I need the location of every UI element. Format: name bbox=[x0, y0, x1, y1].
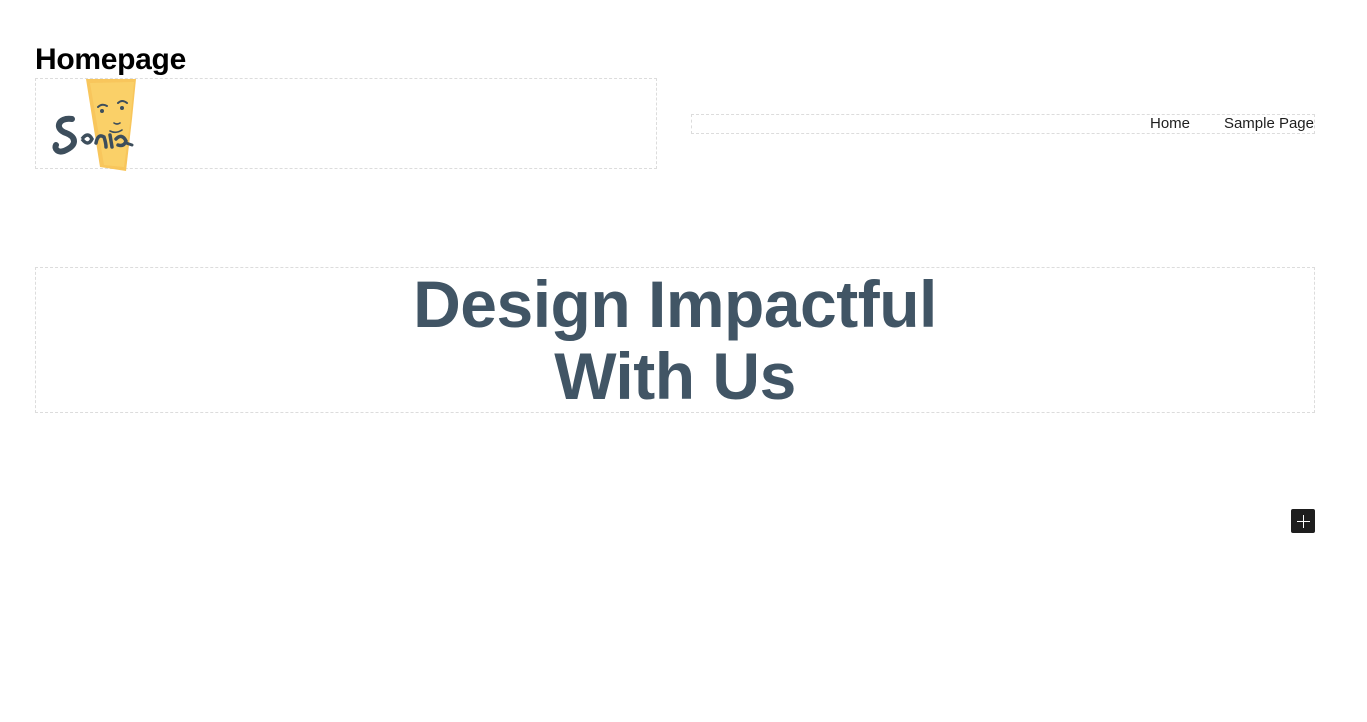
hero-heading-block[interactable]: Design Impactful With Us bbox=[35, 267, 1315, 413]
nav-item-home[interactable]: Home bbox=[1150, 115, 1190, 133]
hero-heading-line-2: With Us bbox=[554, 339, 796, 413]
add-block-button[interactable] bbox=[1291, 509, 1315, 533]
nav-item-sample-page[interactable]: Sample Page bbox=[1224, 115, 1314, 133]
hero-heading[interactable]: Design Impactful With Us bbox=[413, 268, 937, 412]
hero-heading-line-1: Design Impactful bbox=[413, 267, 937, 341]
page-title: Homepage bbox=[35, 43, 186, 76]
site-logo-block[interactable] bbox=[35, 78, 657, 171]
primary-navigation: Home Sample Page bbox=[691, 114, 1315, 134]
site-logo[interactable] bbox=[52, 79, 144, 171]
plus-icon bbox=[1296, 514, 1310, 528]
